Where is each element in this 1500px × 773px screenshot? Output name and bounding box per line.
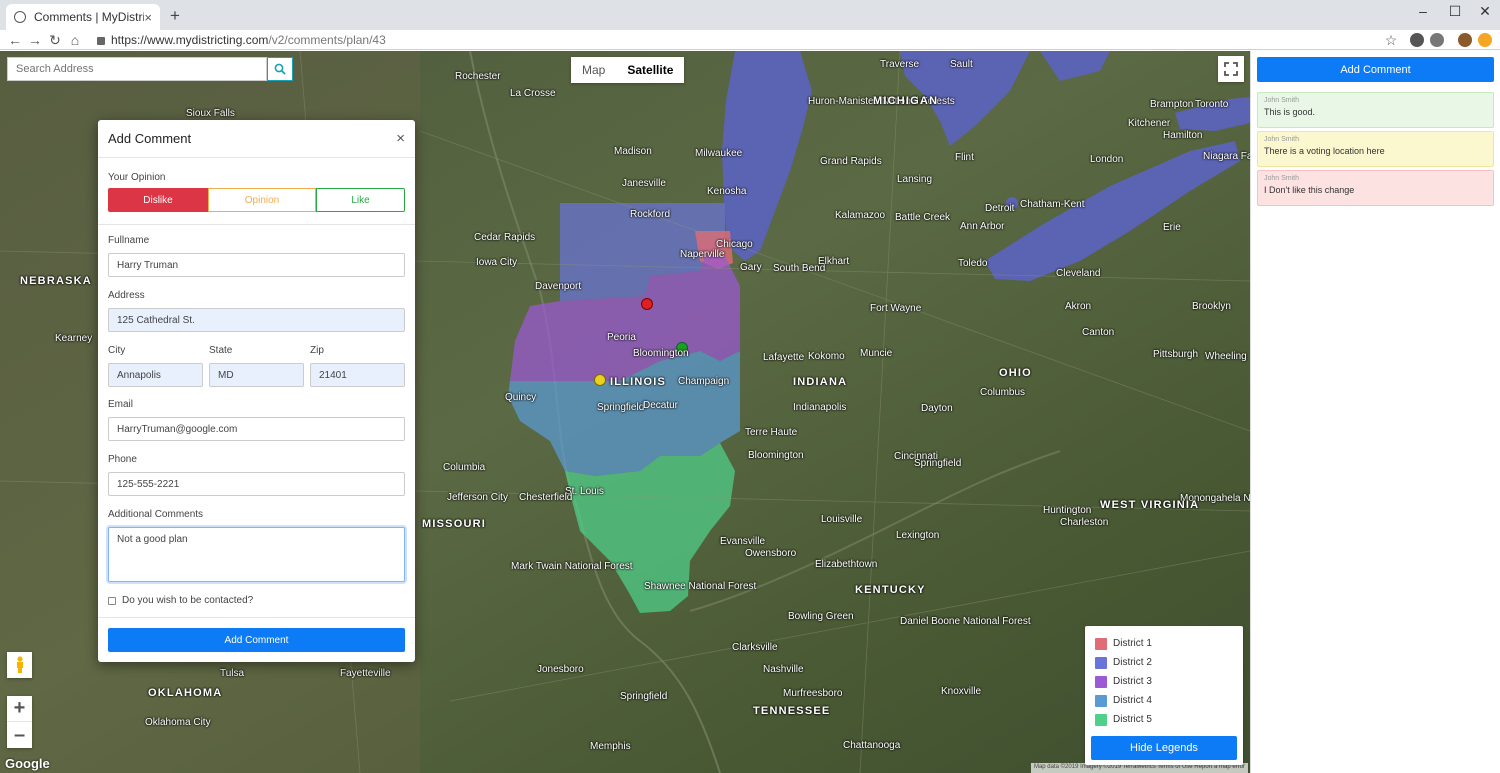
submit-comment-button[interactable]: Add Comment [108, 628, 405, 652]
home-icon[interactable]: ⌂ [66, 31, 84, 49]
comment-card[interactable]: John Smith I Don't like this change [1257, 170, 1494, 206]
phone-label: Phone [108, 454, 137, 465]
legend-swatch [1095, 656, 1107, 669]
legend-item: District 2 [1095, 653, 1237, 672]
fullscreen-button[interactable] [1218, 56, 1244, 82]
tab-close-icon[interactable]: × [144, 10, 152, 25]
comments-textarea[interactable]: Not a good plan [108, 527, 405, 582]
search-button[interactable] [267, 57, 293, 81]
url-host: https://www.mydistricting.com [111, 33, 269, 47]
contact-checkbox-label: Do you wish to be contacted? [122, 595, 254, 606]
fullname-input[interactable]: Harry Truman [108, 253, 405, 277]
legend-label: District 1 [1113, 638, 1152, 649]
profile-avatar[interactable] [1458, 33, 1472, 47]
city-input[interactable]: Annapolis [108, 363, 203, 387]
opinion-like-button[interactable]: Like [316, 188, 405, 212]
add-comment-button[interactable]: Add Comment [1257, 57, 1494, 82]
add-comment-modal: Add Comment × Your Opinion Dislike Opini… [98, 120, 415, 662]
map-type-satellite-button[interactable]: Satellite [616, 57, 684, 83]
comment-text: This is good. [1264, 107, 1316, 117]
legend-item: District 1 [1095, 634, 1237, 653]
district-legend: District 1 District 2 District 3 District 4… [1085, 626, 1243, 765]
browser-tab[interactable]: Comments | MyDistricting × [6, 4, 160, 30]
lock-icon [97, 36, 105, 45]
reload-icon[interactable]: ↻ [46, 31, 64, 49]
legend-label: District 4 [1113, 695, 1152, 706]
zip-label: Zip [310, 345, 324, 356]
map-type-map-button[interactable]: Map [571, 57, 616, 83]
comments-label: Additional Comments [108, 509, 204, 520]
modal-title: Add Comment [108, 131, 192, 146]
pegman-icon [16, 656, 23, 673]
comment-text: There is a voting location here [1264, 146, 1385, 156]
address-input[interactable]: 125 Cathedral St. [108, 308, 405, 332]
google-logo: Google [5, 756, 50, 771]
url-path: /v2/comments/plan/43 [268, 33, 386, 47]
phone-input[interactable]: 125-555-2221 [108, 472, 405, 496]
cloud-extension-icon[interactable] [1430, 33, 1444, 47]
legend-swatch [1095, 713, 1107, 726]
comments-panel: Add Comment John Smith This is good. John … [1250, 51, 1500, 773]
modal-header: Add Comment × [98, 120, 415, 158]
legend-label: District 5 [1113, 714, 1152, 725]
divider [98, 224, 415, 225]
search-address-input[interactable] [7, 57, 267, 81]
legend-label: District 2 [1113, 657, 1152, 668]
legend-swatch [1095, 694, 1107, 707]
comment-text: I Don't like this change [1264, 185, 1355, 195]
hide-legends-button[interactable]: Hide Legends [1091, 736, 1237, 760]
comment-card[interactable]: John Smith This is good. [1257, 92, 1494, 128]
close-icon[interactable]: × [396, 130, 405, 147]
minimize-window-button[interactable]: – [1408, 2, 1438, 20]
legend-item: District 4 [1095, 691, 1237, 710]
zoom-in-button[interactable]: + [7, 696, 32, 722]
state-input[interactable]: MD [209, 363, 304, 387]
opinion-label: Your Opinion [108, 172, 166, 183]
opinion-dislike-button[interactable]: Dislike [108, 188, 208, 212]
comment-author: John Smith [1264, 136, 1300, 143]
back-arrow-icon[interactable]: ← [6, 31, 24, 49]
street-view-pegman[interactable] [7, 652, 32, 678]
legend-list: District 1 District 2 District 3 District 4… [1095, 634, 1237, 729]
search-icon [274, 63, 286, 75]
fullname-label: Fullname [108, 235, 150, 246]
map-type-control: Map Satellite [571, 57, 685, 83]
zoom-out-button[interactable]: – [7, 722, 32, 748]
comment-marker-yellow [594, 374, 606, 386]
legend-item: District 3 [1095, 672, 1237, 691]
comment-author: John Smith [1264, 97, 1300, 104]
browser-tab-bar: Comments | MyDistricting × + – ☐ ✕ [0, 0, 1500, 30]
globe-icon [14, 11, 26, 23]
close-window-button[interactable]: ✕ [1470, 2, 1500, 20]
comment-marker-green [676, 342, 688, 354]
maximize-window-button[interactable]: ☐ [1440, 2, 1470, 20]
notification-icon[interactable] [1478, 33, 1492, 47]
legend-swatch [1095, 637, 1107, 650]
comment-author: John Smith [1264, 175, 1300, 182]
tab-title: Comments | MyDistricting [34, 10, 144, 24]
legend-label: District 3 [1113, 676, 1152, 687]
address-bar: ← → ↻ ⌂ https://www.mydistricting.com/v2… [0, 30, 1500, 50]
legend-item: District 5 [1095, 710, 1237, 729]
opinion-neutral-button[interactable]: Opinion [208, 188, 316, 212]
email-input[interactable]: HarryTruman@google.com [108, 417, 405, 441]
comment-card[interactable]: John Smith There is a voting location her… [1257, 131, 1494, 167]
state-label: State [209, 345, 233, 356]
new-tab-button[interactable]: + [166, 6, 184, 26]
email-label: Email [108, 399, 134, 410]
zip-input[interactable]: 21401 [310, 363, 405, 387]
contact-checkbox[interactable] [108, 596, 116, 605]
url-field[interactable]: https://www.mydistricting.com/v2/comment… [97, 32, 386, 48]
legend-swatch [1095, 675, 1107, 688]
forward-arrow-icon[interactable]: → [26, 31, 44, 49]
contact-checkbox-row[interactable]: Do you wish to be contacted? [108, 595, 253, 606]
city-label: City [108, 345, 126, 356]
bookmark-star-icon[interactable]: ☆ [1382, 31, 1400, 49]
address-label: Address [108, 290, 145, 301]
extension-icon[interactable] [1410, 33, 1424, 47]
fullscreen-icon [1224, 62, 1238, 76]
divider [98, 617, 415, 618]
comment-marker-red [641, 298, 653, 310]
zoom-control: + – [7, 696, 32, 748]
